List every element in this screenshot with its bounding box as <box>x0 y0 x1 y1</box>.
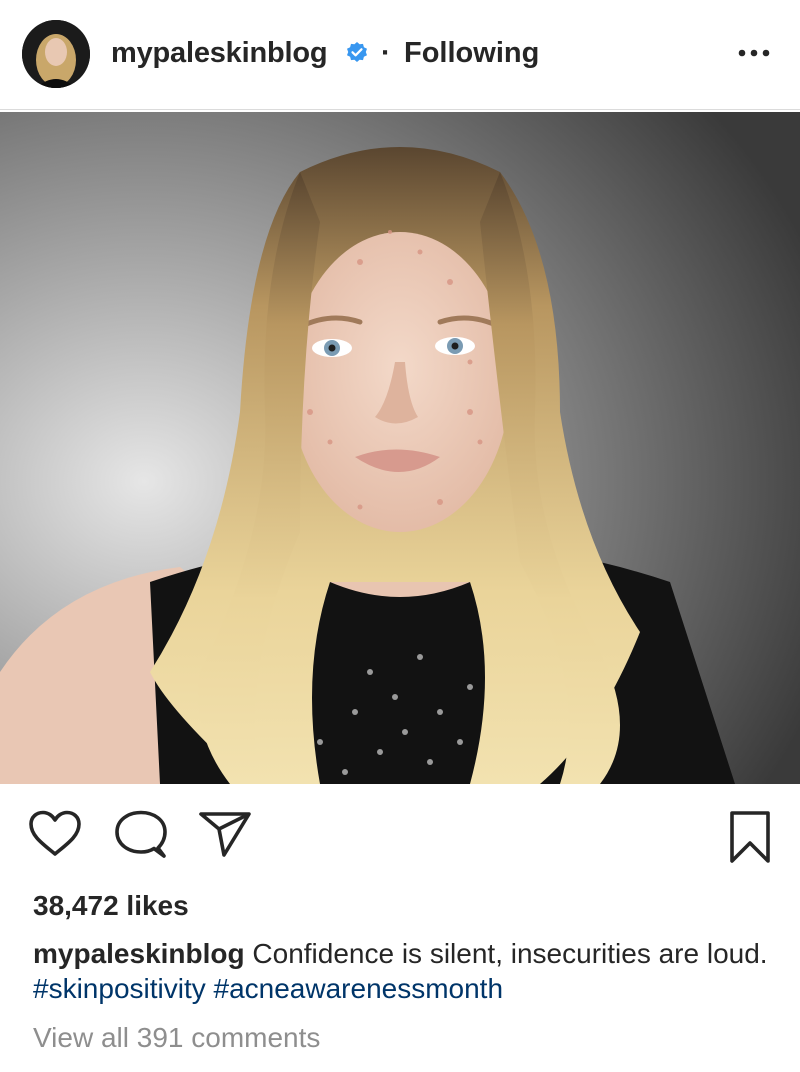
following-button[interactable]: Following <box>404 36 539 70</box>
hashtag-link[interactable]: #skinpositivity <box>33 973 206 1004</box>
action-bar <box>0 790 800 880</box>
avatar[interactable] <box>22 20 90 88</box>
caption-text: Confidence is silent, insecurities are l… <box>252 938 768 969</box>
caption: mypaleskinblog Confidence is silent, ins… <box>33 936 773 1006</box>
verified-badge-icon <box>347 42 367 62</box>
caption-username[interactable]: mypaleskinblog <box>33 938 245 969</box>
likes-count[interactable]: 38,472 likes <box>33 888 189 924</box>
username[interactable]: mypaleskinblog <box>111 36 328 70</box>
view-all-comments-link[interactable]: View all 391 comments <box>33 1020 320 1056</box>
more-options-icon[interactable] <box>734 40 774 66</box>
post-header: mypaleskinblog · Following <box>0 0 800 110</box>
post-image[interactable] <box>0 112 800 784</box>
heart-icon[interactable] <box>28 810 82 858</box>
bookmark-icon[interactable] <box>728 810 772 864</box>
separator-dot: · <box>381 37 391 69</box>
paper-plane-icon[interactable] <box>198 810 252 858</box>
comment-icon[interactable] <box>114 810 168 860</box>
hashtag-link[interactable]: #acneawarenessmonth <box>214 973 504 1004</box>
